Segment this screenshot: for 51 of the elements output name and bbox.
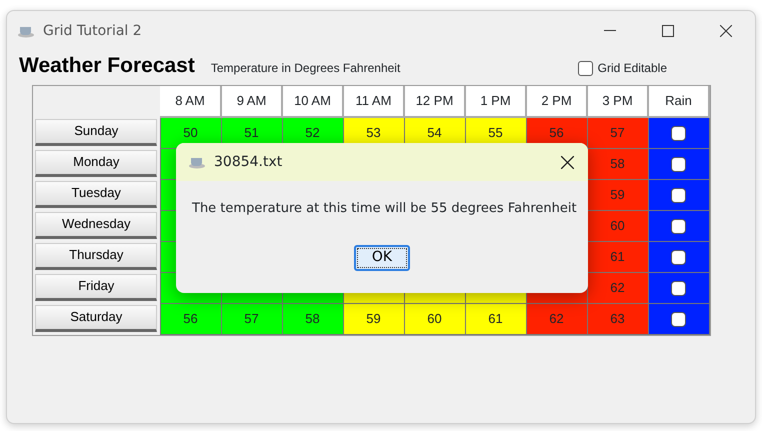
close-icon[interactable] xyxy=(561,156,574,168)
column-header: 3 PM xyxy=(587,86,648,117)
table-cell: 60 xyxy=(587,210,648,241)
table-cell: 62 xyxy=(587,272,648,303)
minimize-icon xyxy=(604,30,616,32)
column-header: 12 PM xyxy=(404,86,465,117)
column-header: 1 PM xyxy=(465,86,526,117)
dialog-message: The temperature at this time will be 55 degrees Fahrenheit xyxy=(191,200,578,218)
row-header[interactable]: Tuesday xyxy=(35,180,158,208)
rain-checkbox[interactable] xyxy=(671,156,686,172)
table-cell: 61 xyxy=(465,303,526,334)
maximize-icon xyxy=(662,25,674,37)
row-header[interactable]: Sunday xyxy=(35,118,158,146)
grid-editable-checkbox[interactable] xyxy=(578,60,593,76)
table-cell: 59 xyxy=(587,179,648,210)
table-cell: 62 xyxy=(526,303,587,334)
row-header[interactable]: Wednesday xyxy=(35,212,158,238)
row-header[interactable]: Thursday xyxy=(35,242,158,270)
rain-checkbox[interactable] xyxy=(671,280,686,296)
form-heading: Weather Forecast xyxy=(19,52,195,78)
table-cell: 59 xyxy=(343,303,404,334)
rain-checkbox[interactable] xyxy=(671,218,686,234)
column-header: 2 PM xyxy=(526,86,587,117)
table-cell: 56 xyxy=(160,303,221,334)
table-cell: 61 xyxy=(587,241,648,272)
rain-checkbox[interactable] xyxy=(671,188,686,203)
dialog-title: 30854.txt xyxy=(214,152,282,172)
row-header[interactable]: Monday xyxy=(35,150,158,176)
rain-checkbox[interactable] xyxy=(671,250,686,265)
close-icon xyxy=(720,25,732,37)
window-title: Grid Tutorial 2 xyxy=(43,22,142,40)
subtitle-label: Temperature in Degrees Fahrenheit xyxy=(210,60,400,77)
dialog-icon xyxy=(188,155,206,169)
table-cell: 63 xyxy=(587,303,648,334)
table-cell: 58 xyxy=(587,148,648,179)
column-header: 9 AM xyxy=(221,86,282,117)
column-header: 8 AM xyxy=(160,86,221,117)
rain-checkbox[interactable] xyxy=(671,126,686,142)
table-cell: 57 xyxy=(221,303,282,334)
column-header: 10 AM xyxy=(282,86,343,117)
table-cell: 58 xyxy=(282,303,343,334)
table-cell: 60 xyxy=(404,303,465,334)
table-cell: 57 xyxy=(587,117,648,148)
row-header[interactable]: Saturday xyxy=(35,304,158,332)
rain-checkbox[interactable] xyxy=(671,312,686,327)
row-header[interactable]: Friday xyxy=(35,274,158,300)
grid-editable-label: Grid Editable xyxy=(598,60,667,77)
ok-button[interactable]: OK xyxy=(354,244,410,270)
column-header: 11 AM xyxy=(343,86,404,117)
column-header: Rain xyxy=(648,86,709,117)
app-icon xyxy=(17,24,35,38)
